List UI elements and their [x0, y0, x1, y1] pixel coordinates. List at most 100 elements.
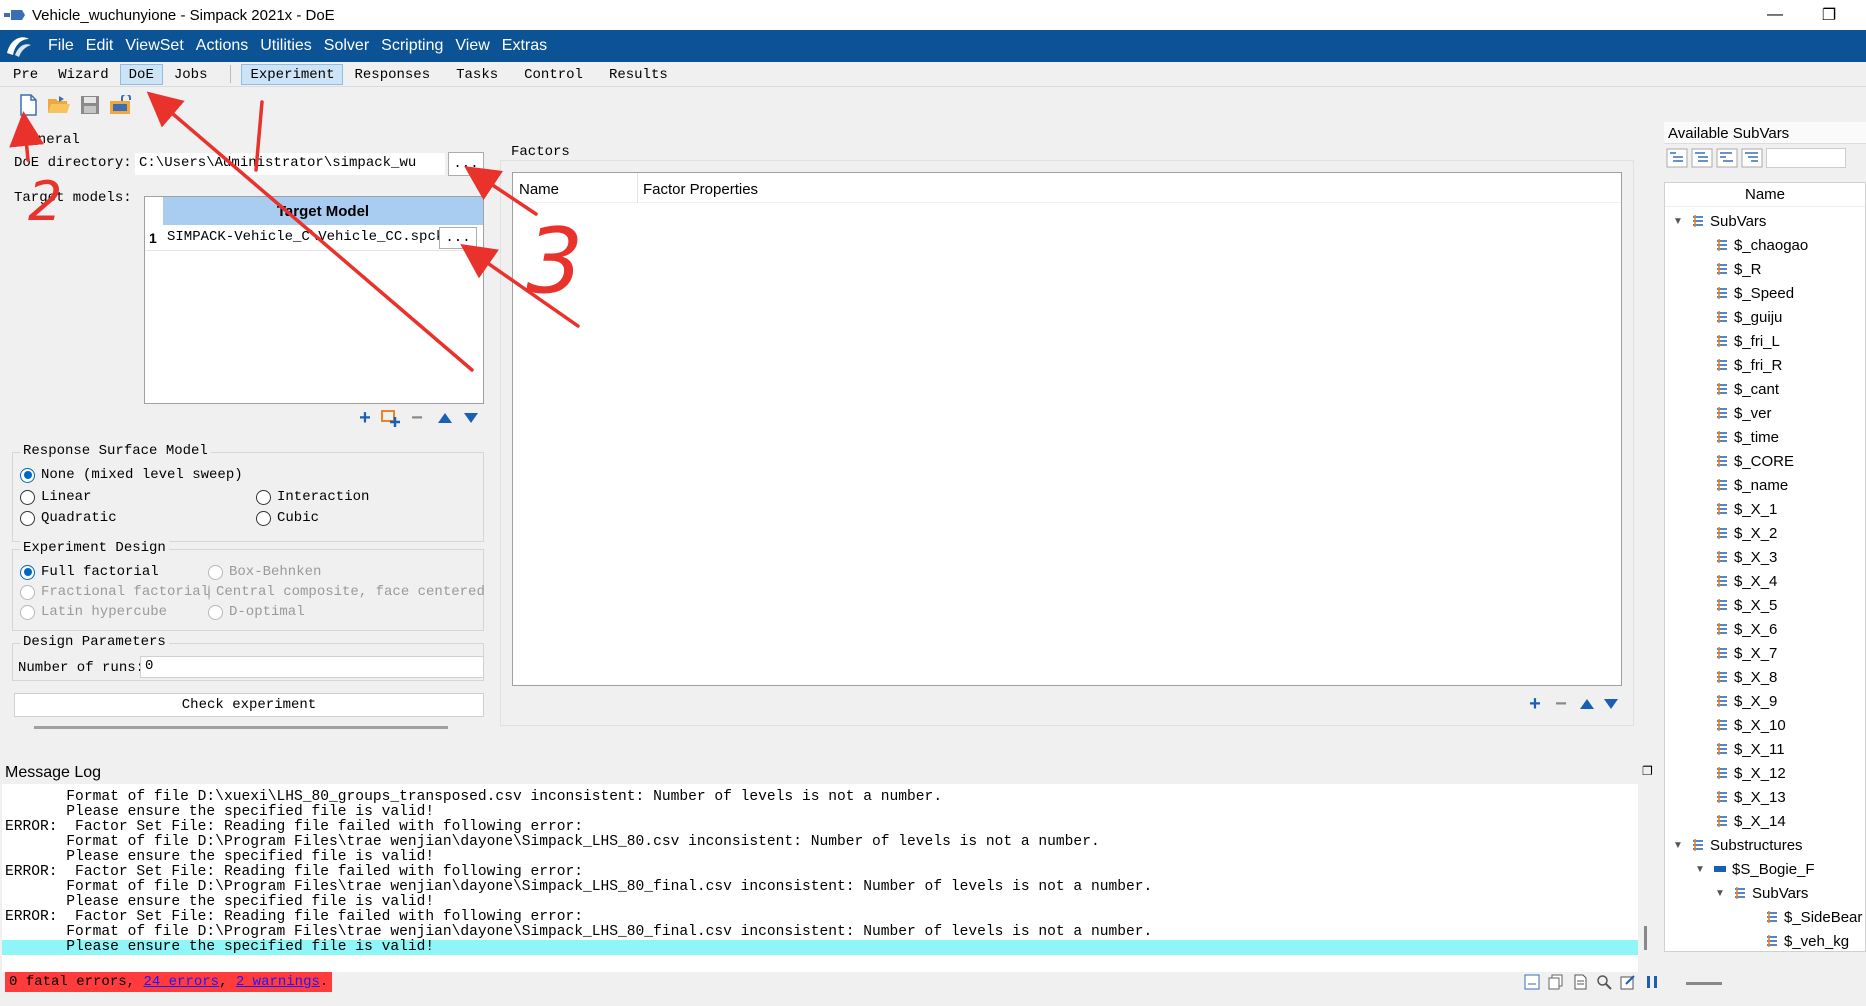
design-full-factorial-radio[interactable]: Full factorial: [20, 564, 159, 580]
tree-item-subvar[interactable]: $_X_14: [1715, 809, 1786, 833]
log-copy-icon[interactable]: [1546, 972, 1566, 992]
menu-actions[interactable]: Actions: [196, 35, 248, 57]
rsm-cubic-radio[interactable]: Cubic: [256, 510, 319, 526]
tab-doe[interactable]: DoE: [119, 63, 163, 85]
new-file-icon[interactable]: [14, 91, 42, 119]
tree-item-subvar[interactable]: $_name: [1715, 473, 1788, 497]
move-down-icon[interactable]: [460, 408, 482, 428]
tab-responses[interactable]: Responses: [345, 64, 439, 85]
tab-results[interactable]: Results: [600, 64, 677, 85]
rsm-interaction-radio[interactable]: Interaction: [256, 489, 369, 505]
tree-node-substructures[interactable]: ▼ Substructures: [1673, 833, 1803, 857]
collapse-all-icon[interactable]: [1691, 148, 1713, 171]
log-document-icon[interactable]: [1570, 972, 1590, 992]
target-model-header[interactable]: Target Model: [163, 197, 483, 225]
menu-solver[interactable]: Solver: [324, 35, 369, 57]
tree-item-subvar[interactable]: $_time: [1715, 425, 1779, 449]
tree-item-subvar[interactable]: $_X_5: [1715, 593, 1777, 617]
tree-item-subvar[interactable]: $_X_3: [1715, 545, 1777, 569]
tree-item-subvar[interactable]: $_cant: [1715, 377, 1779, 401]
tab-wizard[interactable]: Wizard: [49, 64, 117, 85]
subvars-col-name[interactable]: Name: [1665, 183, 1865, 207]
design-fractional-factorial-radio[interactable]: Fractional factorial: [20, 584, 209, 600]
tree-item-subvar[interactable]: $_SideBear: [1765, 905, 1862, 929]
design-latin-hypercube-radio[interactable]: Latin hypercube: [20, 604, 167, 620]
menu-file[interactable]: File: [48, 35, 74, 57]
log-search-icon[interactable]: [1594, 972, 1614, 992]
doe-directory-browse-button[interactable]: ...: [448, 152, 484, 176]
table-row[interactable]: 1 SIMPACK-Vehicle_C\Vehicle_CC.spck ...: [145, 225, 483, 251]
expand-all-icon[interactable]: [1666, 148, 1688, 171]
menu-scripting[interactable]: Scripting: [381, 35, 443, 57]
rsm-quadratic-radio[interactable]: Quadratic: [20, 510, 117, 526]
log-edit-icon[interactable]: [1618, 972, 1638, 992]
tree-item-subvar[interactable]: $_X_6: [1715, 617, 1777, 641]
tree-item-subvar[interactable]: $_R: [1715, 257, 1762, 281]
menu-edit[interactable]: Edit: [86, 35, 114, 57]
tree-item-subvar[interactable]: $_Speed: [1715, 281, 1794, 305]
menu-viewset[interactable]: ViewSet: [125, 35, 183, 57]
tab-pre[interactable]: Pre: [4, 64, 47, 85]
factor-up-icon[interactable]: [1576, 694, 1598, 714]
tree-item-subvar[interactable]: $_chaogao: [1715, 233, 1808, 257]
undock-icon[interactable]: ❐: [1642, 764, 1653, 778]
tree-item-subvar[interactable]: $_X_11: [1715, 737, 1785, 761]
filter-icon[interactable]: [1741, 148, 1763, 171]
rsm-none-radio[interactable]: None (mixed level sweep): [20, 467, 243, 483]
add-factor-icon[interactable]: +: [1524, 693, 1546, 715]
tree-item-subvar[interactable]: $_fri_L: [1715, 329, 1780, 353]
errors-link[interactable]: 24 errors: [143, 974, 219, 990]
tree-item-subvar[interactable]: $_X_2: [1715, 521, 1777, 545]
message-log-text[interactable]: Format of file D:\xuexi\LHS_80_groups_tr…: [2, 784, 1638, 972]
rsm-linear-radio[interactable]: Linear: [20, 489, 91, 505]
design-d-optimal-radio[interactable]: D-optimal: [208, 604, 305, 620]
add-model-icon[interactable]: +: [354, 407, 376, 429]
tree-node-subvars[interactable]: ▼ SubVars: [1673, 209, 1766, 233]
tree-item-subvar[interactable]: $_X_1: [1715, 497, 1777, 521]
add-from-file-icon[interactable]: [380, 408, 402, 428]
warnings-link[interactable]: 2 warnings: [236, 974, 320, 990]
tree-item-subvar[interactable]: $_veh_kg: [1765, 929, 1849, 951]
check-experiment-button[interactable]: Check experiment: [14, 693, 484, 717]
tree-node-bogie[interactable]: ▼ $S_Bogie_F: [1695, 857, 1815, 881]
tree-item-subvar[interactable]: $_CORE: [1715, 449, 1794, 473]
log-pause-icon[interactable]: [1642, 972, 1662, 992]
target-model-path[interactable]: SIMPACK-Vehicle_C\Vehicle_CC.spck: [167, 229, 444, 245]
tab-experiment[interactable]: Experiment: [241, 63, 344, 85]
tree-item-subvar[interactable]: $_ver: [1715, 401, 1772, 425]
restore-button[interactable]: ❐: [1806, 2, 1852, 28]
design-box-behnken-radio[interactable]: Box-Behnken: [208, 564, 321, 580]
save-icon[interactable]: [76, 91, 104, 119]
horizontal-scrollbar[interactable]: [34, 726, 448, 729]
log-save-icon[interactable]: [1522, 972, 1542, 992]
factor-down-icon[interactable]: [1600, 694, 1622, 714]
tree-item-subvar[interactable]: $_X_8: [1715, 665, 1777, 689]
tree-node-bogie-subvars[interactable]: ▼ SubVars: [1715, 881, 1808, 905]
expand-level-icon[interactable]: [1716, 148, 1738, 171]
subvars-search-input[interactable]: [1766, 148, 1846, 168]
tree-item-subvar[interactable]: $_X_4: [1715, 569, 1777, 593]
tree-item-subvar[interactable]: $_fri_R: [1715, 353, 1782, 377]
doe-directory-field[interactable]: C:\Users\Administrator\simpack_wu: [134, 152, 446, 176]
target-model-browse-button[interactable]: ...: [439, 227, 477, 249]
tab-jobs[interactable]: Jobs: [165, 64, 217, 85]
subvars-scrollbar[interactable]: [1686, 982, 1722, 985]
move-up-icon[interactable]: [434, 408, 456, 428]
number-of-runs-field[interactable]: 0: [140, 656, 484, 678]
tree-item-subvar[interactable]: $_X_7: [1715, 641, 1777, 665]
open-folder-icon[interactable]: [45, 91, 73, 119]
minimize-button[interactable]: —: [1752, 2, 1798, 28]
tree-item-subvar[interactable]: $_X_9: [1715, 689, 1777, 713]
menu-utilities[interactable]: Utilities: [260, 35, 312, 57]
tree-item-subvar[interactable]: $_X_13: [1715, 785, 1786, 809]
log-scrollbar[interactable]: [1644, 926, 1647, 950]
tab-tasks[interactable]: Tasks: [447, 64, 507, 85]
factors-col-properties[interactable]: Factor Properties: [643, 181, 758, 198]
design-central-composite-radio[interactable]: Central composite, face centered: [208, 584, 484, 600]
tree-item-subvar[interactable]: $_guiju: [1715, 305, 1782, 329]
tree-item-subvar[interactable]: $_X_10: [1715, 713, 1786, 737]
menu-view[interactable]: View: [455, 35, 489, 57]
factors-col-name[interactable]: Name: [519, 181, 559, 198]
tree-item-subvar[interactable]: $_X_12: [1715, 761, 1786, 785]
unlock-icon[interactable]: [107, 91, 135, 119]
